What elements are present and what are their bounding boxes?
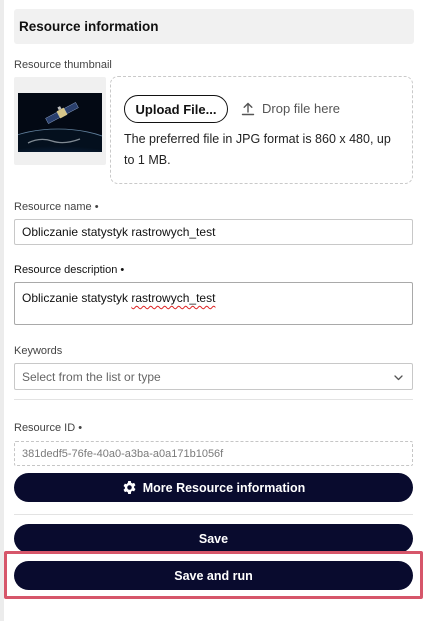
keywords-label: Keywords <box>14 345 63 357</box>
resource-description-textarea[interactable]: Obliczanie statystyk rastrowych_test <box>14 282 413 325</box>
keywords-placeholder: Select from the list or type <box>22 369 161 384</box>
satellite-thumbnail-image <box>18 93 102 152</box>
resource-name-input[interactable]: Obliczanie statystyk rastrowych_test <box>14 219 413 245</box>
thumbnail-preview <box>14 77 106 165</box>
save-and-run-button[interactable]: Save and run <box>14 561 413 590</box>
resource-id-field: 381dedf5-76fe-40a0-a3ba-a0a171b1056f <box>14 441 413 466</box>
save-and-run-label: Save and run <box>174 568 253 583</box>
resource-description-label: Resource description • <box>14 264 125 276</box>
chevron-down-icon[interactable] <box>393 372 404 383</box>
section-divider <box>14 399 413 400</box>
more-info-label: More Resource information <box>142 480 306 495</box>
resource-name-label: Resource name • <box>14 201 99 213</box>
resource-id-value: 381dedf5-76fe-40a0-a3ba-a0a171b1056f <box>22 447 224 460</box>
spellcheck-flagged-word: rastrowych_test <box>131 291 216 305</box>
drop-hint-text: Drop file here <box>262 101 341 116</box>
section-header: Resource information <box>14 9 414 44</box>
resource-description-value: Obliczanie statystyk rastrowych_test <box>22 291 216 305</box>
section-title: Resource information <box>19 19 159 34</box>
more-resource-information-button[interactable]: More Resource information <box>14 473 413 502</box>
section-divider <box>14 514 413 515</box>
file-dropzone[interactable]: Upload File... Drop file here The prefer… <box>110 76 413 184</box>
resource-name-value: Obliczanie statystyk rastrowych_test <box>22 225 216 239</box>
thumbnail-label: Resource thumbnail <box>14 59 112 71</box>
drop-hint: Drop file here <box>241 101 340 116</box>
gear-icon <box>123 481 136 494</box>
upload-requirements-note: The preferred file in JPG format is 860 … <box>124 132 391 167</box>
upload-icon <box>241 102 255 115</box>
save-label: Save <box>198 531 229 546</box>
keywords-select[interactable]: Select from the list or type <box>14 363 413 390</box>
save-button[interactable]: Save <box>14 524 413 553</box>
scrollbar-track[interactable] <box>0 0 4 621</box>
resource-id-label: Resource ID • <box>14 422 83 434</box>
upload-file-button[interactable]: Upload File... <box>124 95 228 123</box>
